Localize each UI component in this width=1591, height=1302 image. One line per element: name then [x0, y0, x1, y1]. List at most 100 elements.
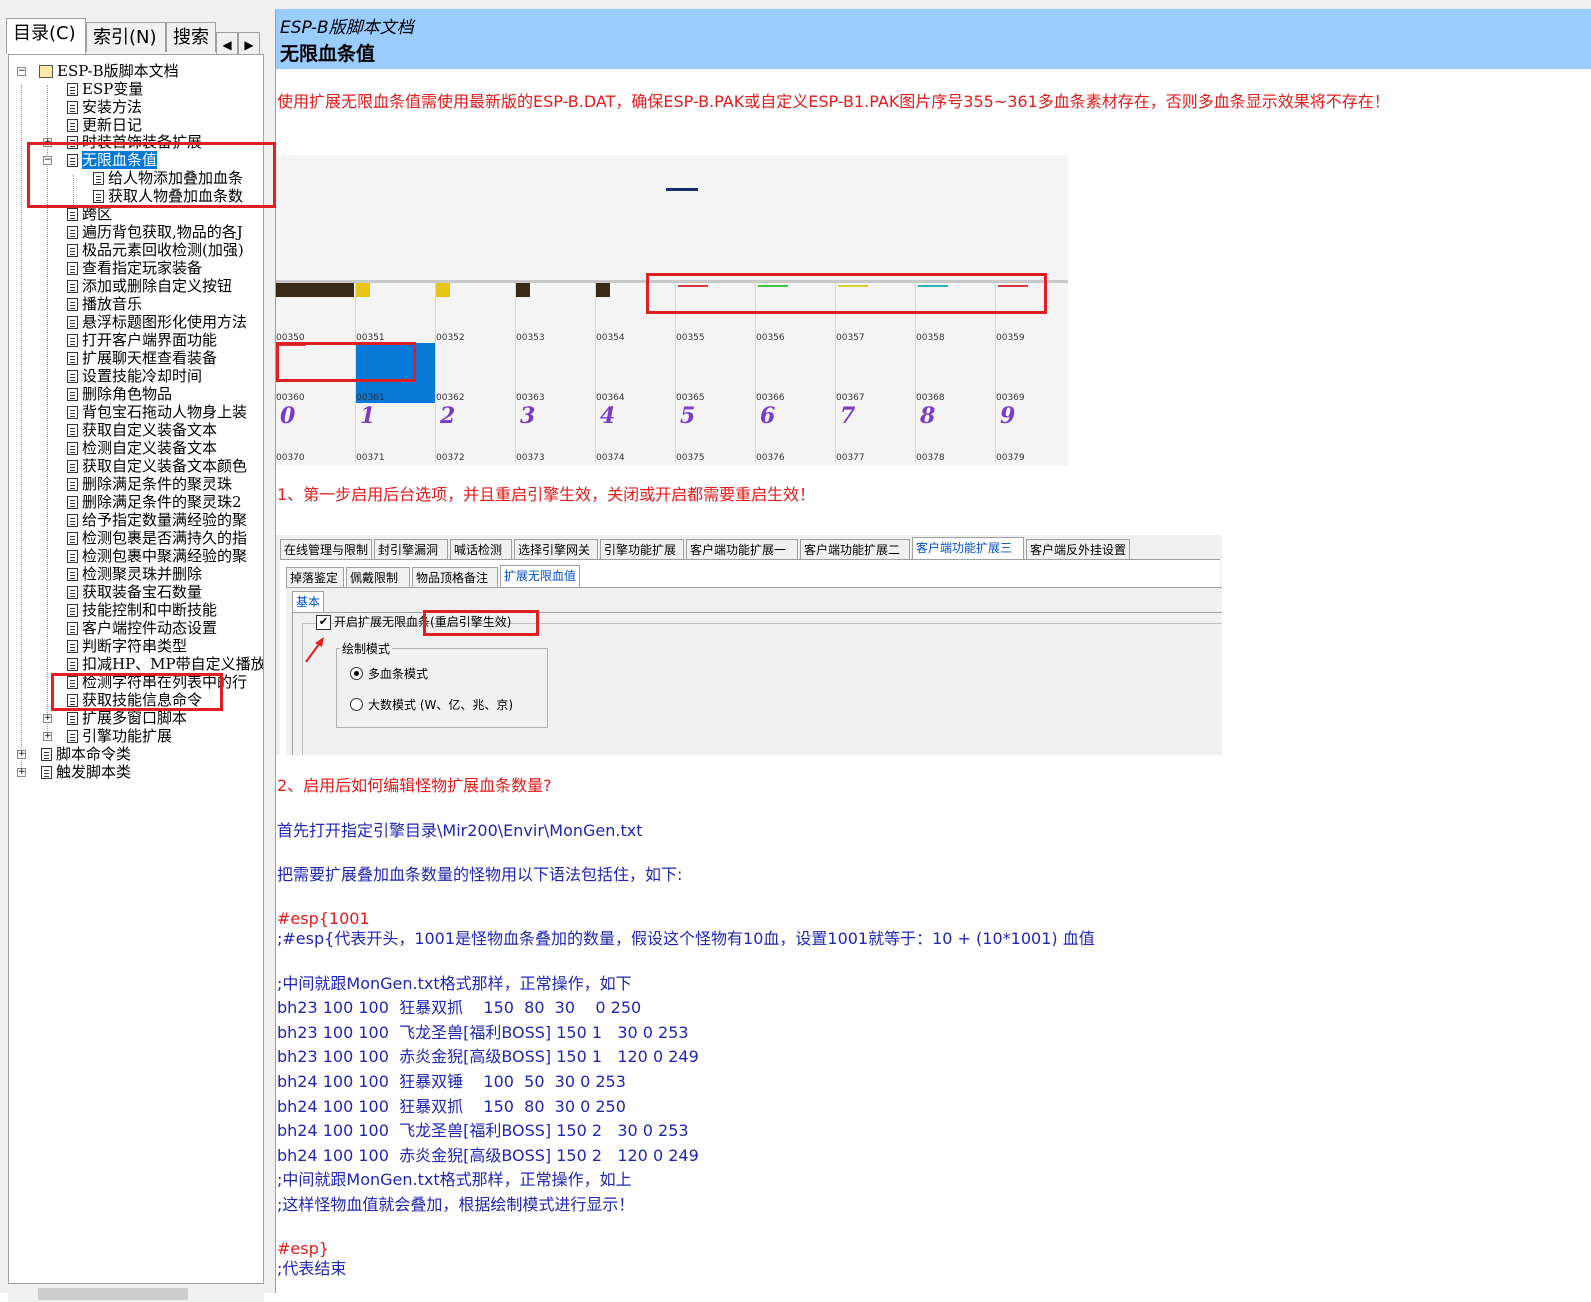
tree-item[interactable]: 删除满足条件的聚灵珠	[67, 475, 232, 493]
tree-item[interactable]: 扣减HP、MP带自定义播放	[67, 655, 263, 673]
sprite-index: 00358	[916, 333, 945, 343]
settings-tab[interactable]: 客户端反外挂设置	[1026, 539, 1130, 559]
code-comment: ;这样怪物血值就会叠加，根据绘制模式进行显示！	[277, 1195, 635, 1214]
sprite-index: 00374	[596, 453, 625, 463]
step1-text: 1、第一步启用后台选项，并且重启引擎生效，关闭或开启都需要重启生效！	[277, 485, 816, 504]
settings-tab[interactable]: 客户端功能扩展一	[686, 539, 798, 559]
tree-item[interactable]: ESP变量	[67, 80, 143, 98]
settings-tab[interactable]: 封引擎漏洞	[374, 539, 448, 559]
tree-item[interactable]: 引擎功能扩展	[67, 727, 172, 745]
digit-sprite: 4	[600, 403, 616, 429]
sprite-index: 00355	[676, 333, 705, 343]
tree-item[interactable]: 技能控制和中断技能	[67, 601, 217, 619]
radio-multi-bar-label: 多血条模式	[368, 667, 429, 681]
scrollbar-thumb[interactable]	[38, 1288, 188, 1300]
tree-item[interactable]: 安装方法	[67, 98, 142, 116]
sprite-index: 00375	[676, 453, 705, 463]
settings-tab[interactable]: 选择引擎网关	[514, 539, 598, 559]
sprite-index: 00365	[676, 393, 705, 403]
settings-subtab[interactable]: 物品顶格备注	[412, 567, 498, 587]
tree-root[interactable]: ESP-B版脚本文档	[39, 62, 179, 80]
settings-subtab[interactable]: 扩展无限血值	[500, 565, 580, 587]
code-line: bh24 100 100 赤炎金猊[高级BOSS] 150 2 120 0 24…	[277, 1146, 699, 1165]
page-icon	[67, 83, 78, 96]
unlimited-hp-checkbox[interactable]: ✔	[316, 615, 331, 630]
tree-item[interactable]: 遍历背包获取,物品的各J	[67, 223, 243, 241]
sprite-index: 00377	[836, 453, 865, 463]
sprite-cell: 6 00376	[756, 403, 836, 463]
sprite-cell: 0 00370	[276, 403, 356, 463]
tree-item[interactable]: 获取自定义装备文本颜色	[67, 457, 247, 475]
page-icon	[67, 298, 78, 311]
digit-sprite: 0	[280, 403, 296, 429]
collapse-icon[interactable]: −	[17, 67, 26, 76]
sprite-index: 00376	[756, 453, 785, 463]
code-end-comment: ;代表结束	[277, 1259, 347, 1278]
settings-subtab[interactable]: 掉落鉴定	[286, 567, 344, 587]
expand-icon[interactable]: +	[43, 714, 52, 723]
tree-item[interactable]: 更新日记	[67, 116, 142, 134]
tree-item[interactable]: 删除角色物品	[67, 385, 172, 403]
sprite-index: 00361	[356, 393, 385, 403]
document-title: ESP-B版脚本文档	[280, 18, 414, 38]
tree-item[interactable]: 背包宝石拖动人物身上装	[67, 403, 247, 421]
tree-item[interactable]: 判断字符串类型	[67, 637, 187, 655]
settings-tab[interactable]: 喊话检测	[450, 539, 512, 559]
tree-item[interactable]: 极品元素回收检测(加强)	[67, 241, 244, 259]
tab-basic[interactable]: 基本	[292, 591, 325, 613]
sprite-index: 00367	[836, 393, 865, 403]
sprite-index: 00353	[516, 333, 545, 343]
settings-subtab[interactable]: 佩戴限制	[346, 567, 410, 587]
tree-item[interactable]: 扩展聊天框查看装备	[67, 349, 217, 367]
tree-item[interactable]: 检测自定义装备文本	[67, 439, 217, 457]
page-icon	[67, 586, 78, 599]
expand-icon[interactable]: +	[17, 768, 26, 777]
tab-contents[interactable]: 目录(C)	[6, 18, 86, 54]
tree-item[interactable]: 删除满足条件的聚灵珠2	[67, 493, 242, 511]
book-icon	[39, 65, 53, 78]
tree-item[interactable]: 扩展多窗口脚本	[67, 709, 187, 727]
settings-tab[interactable]: 在线管理与限制	[280, 539, 372, 559]
tree-item[interactable]: 播放音乐	[67, 295, 142, 313]
radio-multi-bar[interactable]	[350, 667, 363, 680]
page-icon	[67, 532, 78, 545]
page-icon	[67, 208, 78, 221]
tree-item[interactable]: 添加或删除自定义按钮	[67, 277, 232, 295]
tree-item[interactable]: 悬浮标题图形化使用方法	[67, 313, 247, 331]
tree-item[interactable]: 客户端控件动态设置	[67, 619, 217, 637]
radio-big-number[interactable]	[350, 698, 363, 711]
sprite-index: 00356	[756, 333, 785, 343]
sprite-cell: 2 00372	[436, 403, 516, 463]
tree-item[interactable]: 查看指定玩家装备	[67, 259, 202, 277]
horizontal-scrollbar[interactable]	[8, 1284, 264, 1302]
tree-item[interactable]: 检测聚灵珠并删除	[67, 565, 202, 583]
sprite-cell: 3 00373	[516, 403, 596, 463]
page-icon	[67, 280, 78, 293]
draw-mode-group	[336, 648, 548, 728]
settings-tab[interactable]: 客户端功能扩展二	[800, 539, 910, 559]
tree-item[interactable]: 获取装备宝石数量	[67, 583, 202, 601]
tree-item[interactable]: 打开客户端界面功能	[67, 331, 217, 349]
tree-item[interactable]: 给予指定数量满经验的聚	[67, 511, 247, 529]
tab-search[interactable]: 搜索	[166, 22, 216, 52]
tree-item[interactable]: 脚本命令类	[41, 745, 131, 763]
code-comment: ;#esp{代表开头，1001是怪物血条叠加的数量，假设这个怪物有10血，设置1…	[277, 929, 1095, 948]
settings-tab[interactable]: 客户端功能扩展三	[912, 537, 1024, 559]
tab-index[interactable]: 索引(N)	[86, 22, 166, 52]
expand-icon[interactable]: +	[17, 750, 26, 759]
tree-item[interactable]: 检测包裹是否满持久的指	[67, 529, 247, 547]
code-start: #esp{1001	[277, 909, 370, 928]
instruction-text: 首先打开指定引擎目录\Mir200\Envir\MonGen.txt	[277, 821, 643, 840]
sprite-index: 00357	[836, 333, 865, 343]
code-comment: ;中间就跟MonGen.txt格式那样，正常操作，如上	[277, 1170, 632, 1189]
sprite-cell: 00362	[436, 343, 516, 403]
tree-item[interactable]: 检测包裹中聚满经验的聚	[67, 547, 247, 565]
settings-tab[interactable]: 引擎功能扩展	[600, 539, 684, 559]
sprite-cell: 4 00374	[596, 403, 676, 463]
expand-icon[interactable]: +	[43, 732, 52, 741]
sprite-index: 00359	[996, 333, 1025, 343]
tree-item[interactable]: 设置技能冷却时间	[67, 367, 202, 385]
tree-item[interactable]: 触发脚本类	[41, 763, 131, 781]
tree-item[interactable]: 获取自定义装备文本	[67, 421, 217, 439]
page-icon	[67, 424, 78, 437]
